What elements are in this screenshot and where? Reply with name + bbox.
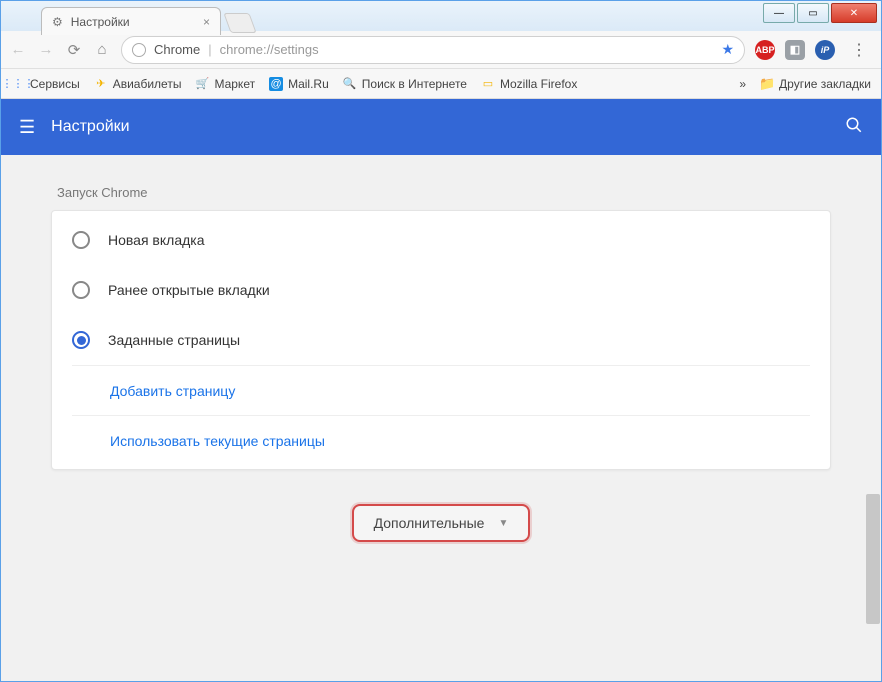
minimize-button[interactable]: — <box>763 3 795 23</box>
option-label: Заданные страницы <box>108 332 240 348</box>
gear-icon: ⚙ <box>52 15 63 29</box>
browser-tab[interactable]: ⚙ Настройки × <box>41 7 221 35</box>
use-current-pages-link[interactable]: Использовать текущие страницы <box>72 415 810 465</box>
startup-option-new-tab[interactable]: Новая вкладка <box>72 215 810 265</box>
scrollbar[interactable] <box>865 254 881 681</box>
startup-section-label: Запуск Chrome <box>57 185 831 200</box>
menu-icon[interactable]: ☰ <box>19 117 35 138</box>
back-icon[interactable]: ← <box>9 41 27 59</box>
radio-unchecked-icon <box>72 281 90 299</box>
extension-icon[interactable]: ◧ <box>785 40 805 60</box>
chrome-icon <box>132 43 146 57</box>
radio-unchecked-icon <box>72 231 90 249</box>
settings-body: Запуск Chrome Новая вкладка Ранее открыт… <box>1 155 881 681</box>
radio-checked-icon <box>72 331 90 349</box>
forward-icon[interactable]: → <box>37 41 55 59</box>
home-icon[interactable]: ⌂ <box>93 41 111 59</box>
window-controls: — ▭ ✕ <box>763 3 877 23</box>
scrollbar-thumb[interactable] <box>866 494 880 624</box>
ip-extension-icon[interactable]: iP <box>815 40 835 60</box>
advanced-toggle-button[interactable]: Дополнительные ▼ <box>352 504 531 542</box>
bookmark-mailru[interactable]: @Mail.Ru <box>269 77 329 91</box>
option-label: Ранее открытые вкладки <box>108 282 270 298</box>
settings-header: ☰ Настройки <box>1 99 881 155</box>
browser-window: ⚙ Настройки × — ▭ ✕ ← → ⟳ ⌂ Chrome | chr… <box>0 0 882 682</box>
new-tab-button[interactable] <box>223 13 256 33</box>
bookmark-star-icon[interactable]: ★ <box>721 41 734 58</box>
reload-icon[interactable]: ⟳ <box>65 41 83 59</box>
bookmark-market[interactable]: 🛒Маркет <box>195 77 255 91</box>
page-icon: ▭ <box>481 77 495 91</box>
add-page-link[interactable]: Добавить страницу <box>72 365 810 415</box>
nav-toolbar: ← → ⟳ ⌂ Chrome | chrome://settings ★ ABP… <box>1 31 881 69</box>
close-window-button[interactable]: ✕ <box>831 3 877 23</box>
startup-card: Новая вкладка Ранее открытые вкладки Зад… <box>51 210 831 470</box>
startup-option-continue[interactable]: Ранее открытые вкладки <box>72 265 810 315</box>
option-label: Новая вкладка <box>108 232 205 248</box>
search-settings-icon[interactable] <box>845 116 863 139</box>
chevron-down-icon: ▼ <box>498 518 508 529</box>
url-path: chrome://settings <box>220 42 714 57</box>
startup-option-specific-pages[interactable]: Заданные страницы <box>72 315 810 365</box>
browser-menu-icon[interactable]: ⋮ <box>845 40 873 60</box>
address-bar[interactable]: Chrome | chrome://settings ★ <box>121 36 745 64</box>
url-origin: Chrome <box>154 42 200 57</box>
bookmark-aviatickets[interactable]: ✈Авиабилеты <box>94 77 182 91</box>
maximize-button[interactable]: ▭ <box>797 3 829 23</box>
adblock-extension-icon[interactable]: ABP <box>755 40 775 60</box>
cart-icon: 🛒 <box>195 77 209 91</box>
window-frame-top: ⚙ Настройки × — ▭ ✕ <box>1 1 881 31</box>
folder-icon: 📁 <box>760 77 774 91</box>
bookmark-firefox[interactable]: ▭Mozilla Firefox <box>481 77 577 91</box>
url-separator: | <box>208 42 211 57</box>
tab-title: Настройки <box>71 15 195 29</box>
search-icon: 🔍 <box>343 77 357 91</box>
other-bookmarks[interactable]: 📁Другие закладки <box>760 77 871 91</box>
tab-strip: ⚙ Настройки × <box>41 7 253 35</box>
bookmarks-overflow[interactable]: » <box>739 77 746 91</box>
apps-icon: ⋮⋮⋮ <box>11 77 25 91</box>
advanced-section: Дополнительные ▼ <box>51 504 831 542</box>
plane-icon: ✈ <box>94 77 108 91</box>
advanced-label: Дополнительные <box>374 515 485 531</box>
page-title: Настройки <box>51 118 845 136</box>
close-tab-icon[interactable]: × <box>203 15 210 29</box>
bookmark-apps[interactable]: ⋮⋮⋮Сервисы <box>11 77 80 91</box>
bookmarks-bar: ⋮⋮⋮Сервисы ✈Авиабилеты 🛒Маркет @Mail.Ru … <box>1 69 881 99</box>
page-content: ☰ Настройки Запуск Chrome Новая вкладка … <box>1 99 881 681</box>
bookmark-search[interactable]: 🔍Поиск в Интернете <box>343 77 467 91</box>
at-icon: @ <box>269 77 283 91</box>
